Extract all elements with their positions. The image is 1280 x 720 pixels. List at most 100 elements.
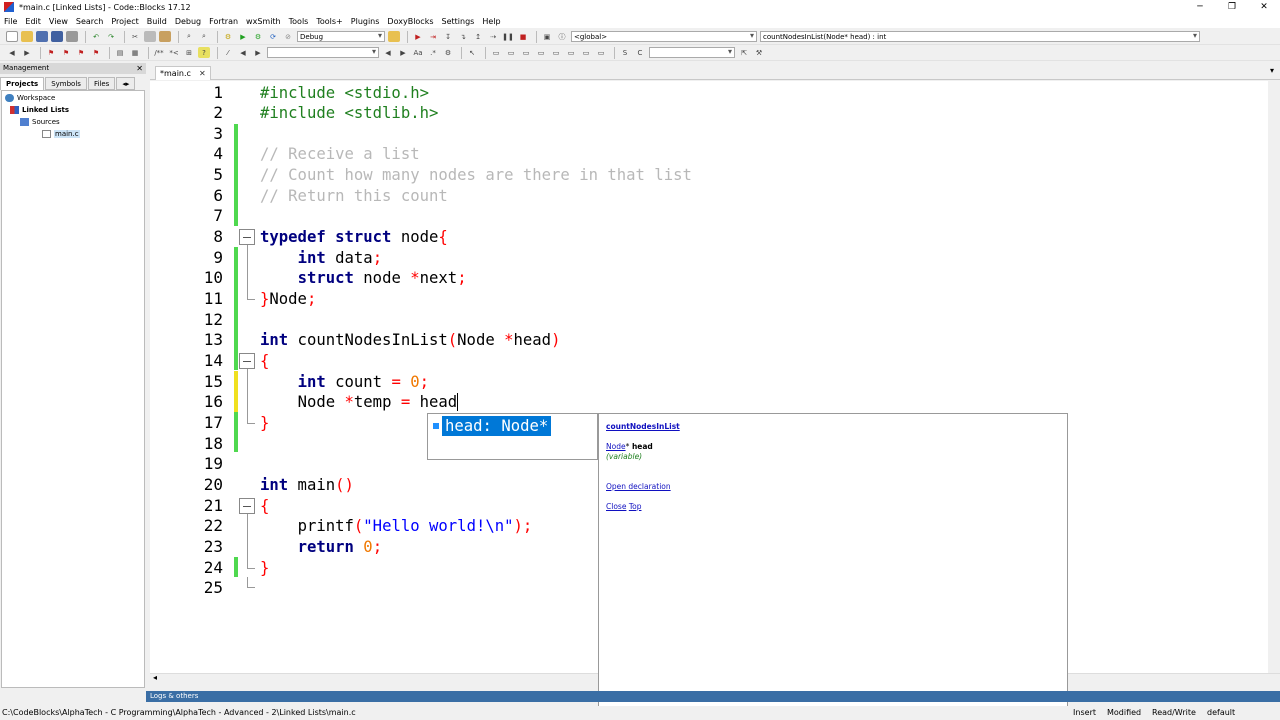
comment-line-icon[interactable]: *< (168, 47, 180, 58)
tabs-menu-icon[interactable]: ▾ (1270, 66, 1274, 75)
script-c-icon[interactable]: C (634, 47, 646, 58)
tab-close-icon[interactable]: ✕ (199, 69, 206, 78)
tree-item-project[interactable]: Linked Lists (10, 106, 69, 114)
tab-symbols[interactable]: Symbols (45, 77, 87, 90)
wand-icon[interactable]: ⁄ (222, 47, 234, 58)
fold-icon[interactable]: ▦ (129, 47, 141, 58)
search-combo[interactable] (267, 47, 379, 58)
save-all-icon[interactable] (51, 31, 63, 42)
new-file-icon[interactable] (6, 31, 18, 42)
tab-main-c[interactable]: *main.c ✕ (155, 66, 211, 80)
options-icon[interactable]: ⚙ (442, 47, 454, 58)
cut-icon[interactable]: ✂ (129, 31, 141, 42)
save-icon[interactable] (36, 31, 48, 42)
wx-grid-icon[interactable]: ▭ (550, 47, 562, 58)
tree-item-sources[interactable]: Sources (20, 118, 60, 126)
fold-toggle[interactable] (239, 229, 255, 245)
maximize-button[interactable]: ❐ (1216, 0, 1248, 14)
tab-projects[interactable]: Projects (0, 77, 45, 90)
scroll-left-icon[interactable]: ◂ (153, 673, 157, 682)
wx-panel-icon[interactable]: ▭ (490, 47, 502, 58)
menu-wxsmith[interactable]: wxSmith (246, 17, 281, 26)
menu-tools[interactable]: Tools (289, 17, 309, 26)
menu-build[interactable]: Build (147, 17, 167, 26)
abort-icon[interactable]: ⊘ (282, 31, 294, 42)
top-link[interactable]: Top (629, 502, 642, 511)
autocomplete-item[interactable]: head: Node* (442, 416, 552, 436)
open-declaration-link[interactable]: Open declaration (606, 482, 671, 491)
tools-config-icon[interactable]: ⚒ (753, 47, 765, 58)
tab-files[interactable]: Files (87, 77, 116, 90)
run-icon[interactable]: ▶ (237, 31, 249, 42)
menu-settings[interactable]: Settings (442, 17, 475, 26)
menu-search[interactable]: Search (76, 17, 103, 26)
copy-icon[interactable] (144, 31, 156, 42)
replace-icon[interactable]: ⌕ (198, 31, 210, 42)
break-debugger-icon[interactable]: ❚❚ (502, 31, 514, 42)
menu-tools-plus[interactable]: Tools+ (316, 17, 342, 26)
fold-toggle[interactable] (239, 353, 255, 369)
find-next-icon[interactable]: ▶ (397, 47, 409, 58)
build-icon[interactable]: ⚙ (222, 31, 234, 42)
fold-toggle[interactable] (239, 498, 255, 514)
stop-debugger-icon[interactable]: ■ (517, 31, 529, 42)
menu-file[interactable]: File (4, 17, 17, 26)
select-icon[interactable]: ↖ (466, 47, 478, 58)
menu-doxyblocks[interactable]: DoxyBlocks (387, 17, 433, 26)
debug-info-icon[interactable]: ⓘ (556, 31, 568, 42)
prev-bookmark-icon[interactable]: ⚑ (60, 47, 72, 58)
wx-sizer-icon[interactable]: ▭ (520, 47, 532, 58)
tree-item-file[interactable]: main.c (42, 130, 80, 138)
open-folder-icon[interactable] (21, 31, 33, 42)
close-button[interactable]: ✕ (1248, 0, 1280, 14)
jump-back-icon[interactable]: ◀ (6, 47, 18, 58)
wx-spacer-icon[interactable]: ▭ (595, 47, 607, 58)
wx-box-icon[interactable]: ▭ (535, 47, 547, 58)
redo-icon[interactable]: ↷ (105, 31, 117, 42)
next-bookmark-icon[interactable]: ⚑ (75, 47, 87, 58)
menu-help[interactable]: Help (482, 17, 500, 26)
rebuild-icon[interactable]: ⟳ (267, 31, 279, 42)
close-link[interactable]: Close (606, 502, 626, 511)
menu-edit[interactable]: Edit (25, 17, 41, 26)
function-select[interactable]: countNodesInList(Node* head) : int (760, 31, 1200, 42)
debug-start-icon[interactable]: ▶ (412, 31, 424, 42)
wx-layout-icon[interactable]: ▭ (580, 47, 592, 58)
next-line-icon[interactable]: ↧ (442, 31, 454, 42)
paste-icon[interactable] (159, 31, 171, 42)
script-s-icon[interactable]: S (619, 47, 631, 58)
menu-project[interactable]: Project (111, 17, 138, 26)
menu-plugins[interactable]: Plugins (351, 17, 380, 26)
regex-icon[interactable]: .* (427, 47, 439, 58)
find-icon[interactable]: ⌕ (183, 31, 195, 42)
logs-panel-bar[interactable]: Logs & others (146, 691, 1280, 702)
build-target-select[interactable]: Debug (297, 31, 385, 42)
menu-fortran[interactable]: Fortran (209, 17, 238, 26)
find-prev-icon[interactable]: ◀ (382, 47, 394, 58)
doxy-run-icon[interactable]: ? (198, 47, 210, 58)
target-options-icon[interactable] (388, 31, 400, 42)
build-run-icon[interactable]: ⚙ (252, 31, 264, 42)
tab-scroll-arrows[interactable]: ◂▸ (116, 77, 136, 90)
tree-item-workspace[interactable]: Workspace (5, 94, 55, 102)
tools-combo[interactable] (649, 47, 735, 58)
undo-icon[interactable]: ↶ (90, 31, 102, 42)
menu-view[interactable]: View (49, 17, 68, 26)
doc-type-link[interactable]: Node (606, 442, 626, 451)
print-icon[interactable] (66, 31, 78, 42)
management-close-icon[interactable]: ✕ (136, 63, 143, 74)
editor-vertical-scrollbar[interactable] (1268, 81, 1280, 673)
comment-block-icon[interactable]: /** (153, 47, 165, 58)
wx-flex-icon[interactable]: ▭ (565, 47, 577, 58)
clear-bookmarks-icon[interactable]: ⚑ (90, 47, 102, 58)
toggle-bookmark-icon[interactable]: ⚑ (45, 47, 57, 58)
highlight-icon[interactable]: ▤ (114, 47, 126, 58)
step-out-icon[interactable]: ↥ (472, 31, 484, 42)
jump-forward-icon[interactable]: ▶ (21, 47, 33, 58)
scope-select[interactable]: <global> (571, 31, 757, 42)
nav-next-icon[interactable]: ▶ (252, 47, 264, 58)
debug-windows-icon[interactable]: ▣ (541, 31, 553, 42)
doxy-extract-icon[interactable]: ⊞ (183, 47, 195, 58)
match-case-icon[interactable]: Aa (412, 47, 424, 58)
nav-back-icon[interactable]: ◀ (237, 47, 249, 58)
